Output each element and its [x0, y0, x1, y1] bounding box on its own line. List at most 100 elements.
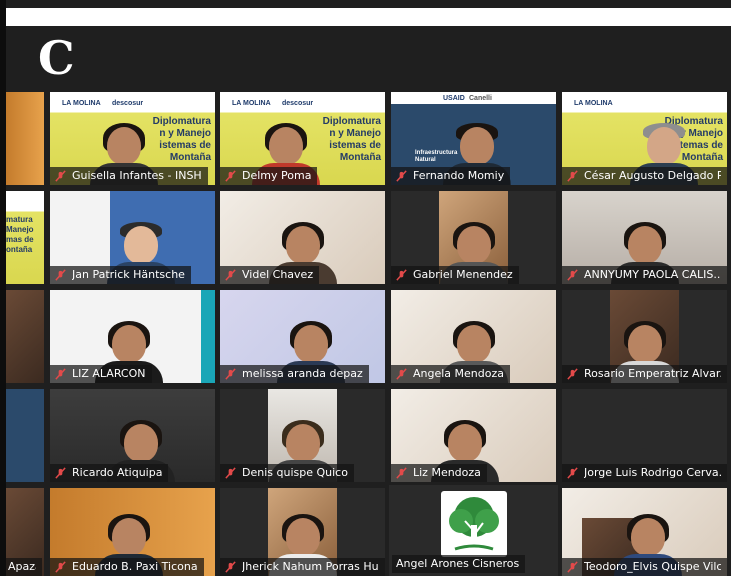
participant-tile[interactable]: melissa aranda depaz [220, 290, 385, 383]
participant-tile[interactable]: LIZ ALARCON [50, 290, 215, 383]
name-tag: LIZ ALARCON [50, 365, 152, 383]
slide-title-line: istemas de [329, 140, 381, 151]
slide-title-line: Manejo [6, 225, 34, 234]
muted-mic-icon [396, 169, 407, 182]
participant-tile[interactable]: Denis quispe Quico [220, 389, 385, 482]
slide-logo: descosur [112, 100, 144, 107]
participant-tile[interactable]: Gabriel Menendez [391, 191, 556, 284]
person-face [269, 127, 303, 165]
slide-title: Diplomatura n y Manejo istemas de Montañ… [323, 116, 381, 164]
participant-tile[interactable]: Eduardo B. Paxi Ticona [50, 488, 215, 576]
participant-name: Jherick Nahum Porras Hu... [242, 560, 379, 573]
name-tag: Jan Patrick Häntsche [50, 266, 191, 284]
person-face [647, 127, 682, 165]
slide-title-line: n y Manejo [329, 128, 381, 139]
participant-tile[interactable]: Angela Mendoza [391, 290, 556, 383]
participant-name: Angela Mendoza [413, 367, 504, 380]
participant-name: César Augusto Delgado Piza... [584, 169, 721, 182]
person-face [630, 518, 665, 556]
participant-tile[interactable]: LA MOLINA Diplomatura n y Manejo istemas… [562, 92, 727, 185]
name-tag: Apaza [6, 558, 42, 576]
slide-title-line: Montaña [169, 152, 211, 163]
participant-tile[interactable]: Jorge Luis Rodrigo Cerva... [562, 389, 727, 482]
participant-name: Videl Chavez [242, 268, 314, 281]
name-tag: Jorge Luis Rodrigo Cerva... [562, 464, 727, 482]
participant-tile[interactable]: Jan Patrick Häntsche [50, 191, 215, 284]
muted-mic-icon [55, 268, 66, 281]
participant-tile[interactable] [6, 92, 44, 185]
person-face [107, 127, 142, 165]
person-face [456, 226, 491, 264]
participant-tile[interactable]: Rosario Emperatriz Alvar... [562, 290, 727, 383]
slide-title: Diplomatura n y Manejo istemas de Montañ… [153, 116, 211, 164]
person-face [627, 325, 662, 363]
slide-title-line: mas de [6, 235, 34, 244]
muted-mic-icon [567, 169, 578, 182]
participant-tile[interactable]: LA MOLINA descosur Diplomatura n y Manej… [220, 92, 385, 185]
profile-tree-logo [440, 491, 507, 557]
muted-mic-icon [55, 169, 66, 182]
tree-icon [448, 497, 499, 551]
name-tag: Fernando Momiy [391, 167, 511, 185]
slide-title: matura Manejo mas de ontaña [6, 215, 34, 255]
participant-tile[interactable]: USAID Canelli Infraestructura Natural Fe… [391, 92, 556, 185]
participant-tile-active-speaker[interactable]: Angel Arones Cisneros [389, 485, 558, 576]
muted-mic-icon [55, 560, 66, 573]
participant-name: Jan Patrick Häntsche [72, 268, 185, 281]
participant-name: Gabriel Menendez [413, 268, 513, 281]
participant-tile[interactable]: matura Manejo mas de ontaña [6, 191, 44, 284]
participant-name: Ricardo Atiquipa [72, 466, 163, 479]
participant-tile[interactable]: Videl Chavez [220, 191, 385, 284]
slide-background [6, 389, 44, 482]
person-face [293, 325, 328, 363]
muted-mic-icon [567, 466, 578, 479]
name-tag: Teodoro_Elvis Quispe Vilca [562, 558, 727, 576]
person-face [285, 226, 320, 264]
name-tag: Angel Arones Cisneros [392, 555, 526, 573]
name-tag: Rosario Emperatriz Alvar... [562, 365, 727, 383]
video-feed [6, 290, 44, 383]
name-tag: Ricardo Atiquipa [50, 464, 169, 482]
heading-letter: C [38, 31, 75, 85]
participant-tile[interactable]: Ricardo Atiquipa [50, 389, 215, 482]
participant-name: ANNYUMY PAOLA CALIS... [584, 268, 721, 281]
participant-tile[interactable] [6, 389, 44, 482]
participant-tile[interactable]: Liz Mendoza [391, 389, 556, 482]
person-face [285, 424, 320, 462]
slide-title-line: n y Manejo [159, 128, 211, 139]
slide-title-line: Montaña [339, 152, 381, 163]
muted-mic-icon [55, 367, 66, 380]
participant-name: Liz Mendoza [413, 466, 481, 479]
participant-tile[interactable]: LA MOLINA descosur Diplomatura n y Manej… [50, 92, 215, 185]
muted-mic-icon [55, 466, 66, 479]
slide-title-line: ontaña [6, 245, 33, 254]
muted-mic-icon [225, 560, 236, 573]
muted-mic-icon [396, 466, 407, 479]
participant-name: Fernando Momiy [413, 169, 505, 182]
muted-mic-icon [396, 367, 407, 380]
participant-tile[interactable]: Jherick Nahum Porras Hu... [220, 488, 385, 576]
slide-accent [201, 290, 215, 383]
slide-logo: Canelli [469, 95, 492, 102]
slide-title-line: Diplomatura [152, 116, 211, 127]
participant-tile[interactable]: Apaza [6, 488, 44, 576]
participant-name: Rosario Emperatriz Alvar... [584, 367, 721, 380]
name-tag: Denis quispe Quico [220, 464, 354, 482]
person-face [123, 424, 158, 462]
name-tag: ANNYUMY PAOLA CALIS... [562, 266, 727, 284]
muted-mic-icon [567, 367, 578, 380]
participant-name: Apaza [8, 560, 36, 573]
person-face [112, 518, 147, 556]
name-tag: Videl Chavez [220, 266, 320, 284]
muted-mic-icon [225, 268, 236, 281]
muted-mic-icon [567, 268, 578, 281]
participant-tile[interactable]: ANNYUMY PAOLA CALIS... [562, 191, 727, 284]
participant-tile[interactable]: Teodoro_Elvis Quispe Vilca [562, 488, 727, 576]
slide-logo: USAID [443, 95, 465, 102]
muted-mic-icon [225, 169, 236, 182]
participant-name: Teodoro_Elvis Quispe Vilca [584, 560, 721, 573]
participant-tile[interactable] [6, 290, 44, 383]
participant-name: Denis quispe Quico [242, 466, 348, 479]
person-face [112, 325, 147, 363]
person-face [456, 325, 491, 363]
